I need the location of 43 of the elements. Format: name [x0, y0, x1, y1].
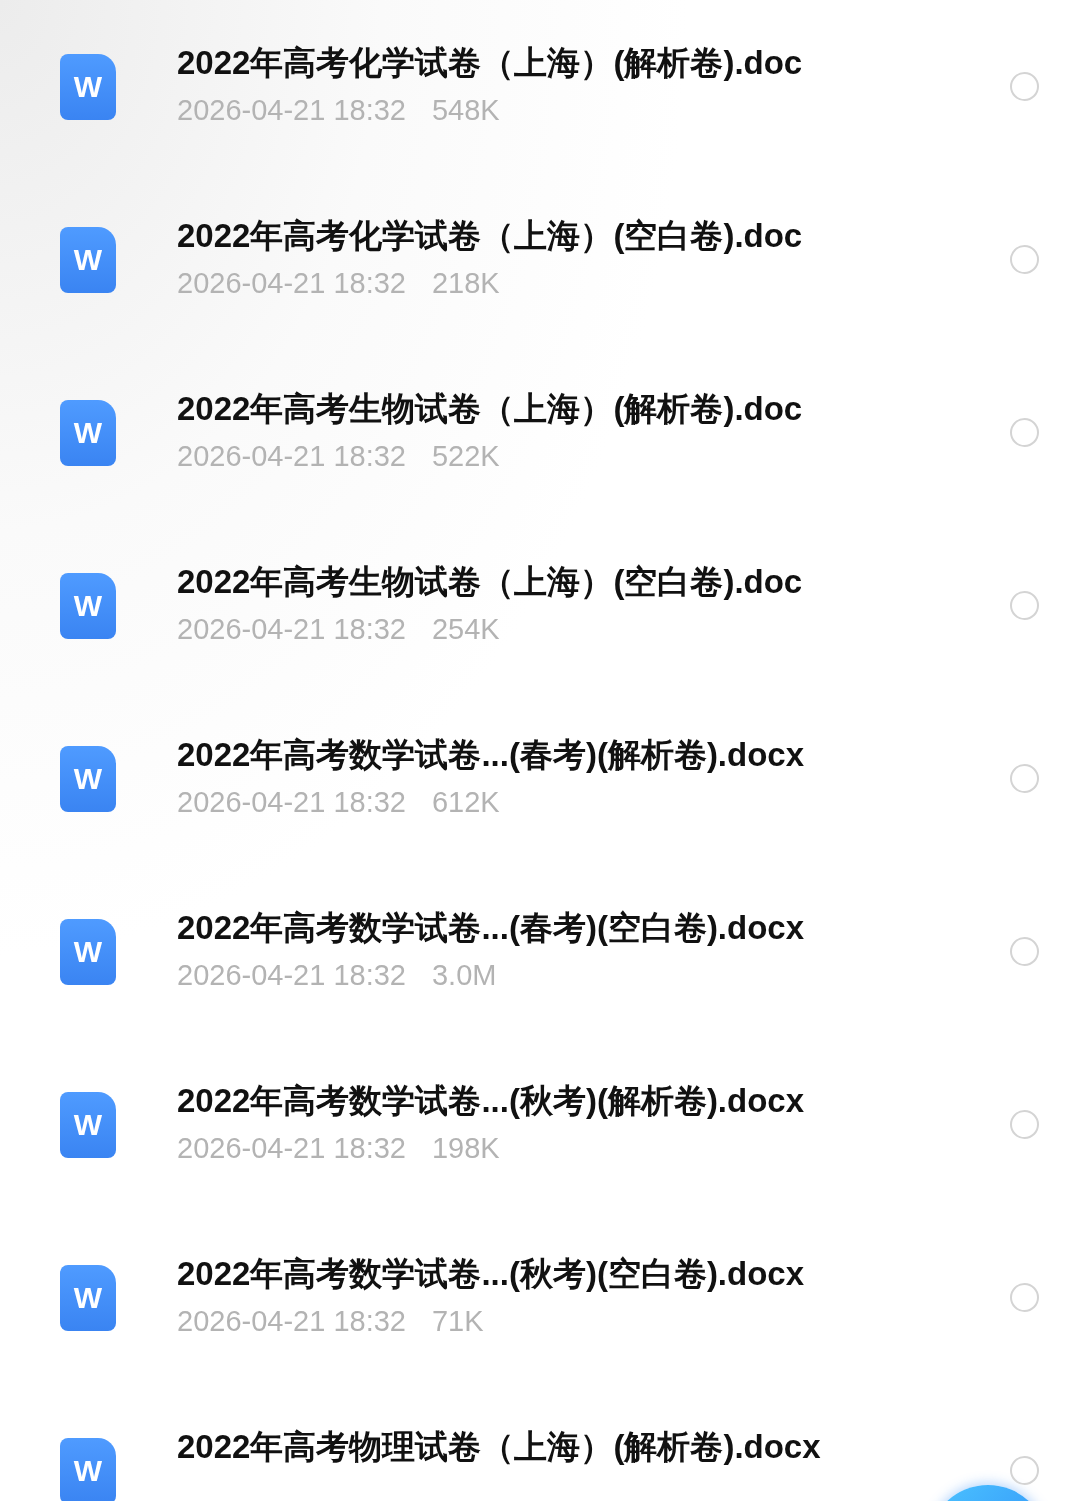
word-file-icon: W: [60, 1437, 116, 1501]
file-size: 612K: [432, 785, 500, 820]
file-date: 2026-04-21 18:32: [177, 612, 406, 647]
file-date: 2026-04-21 18:32: [177, 439, 406, 474]
select-radio[interactable]: [1010, 591, 1039, 620]
word-file-icon: W: [60, 918, 116, 985]
file-date: 2026-04-21 18:32: [177, 958, 406, 993]
file-date: 2026-04-21 18:32: [177, 266, 406, 301]
select-radio[interactable]: [1010, 764, 1039, 793]
file-name: 2022年高考生物试卷（上海）(空白卷).doc: [177, 562, 804, 602]
file-size: 548K: [432, 93, 500, 128]
select-radio[interactable]: [1010, 1110, 1039, 1139]
file-date: 2026-04-21 18:32: [177, 1304, 406, 1339]
file-name: 2022年高考生物试卷（上海）(解析卷).doc: [177, 389, 804, 429]
word-file-icon: W: [60, 1091, 116, 1158]
file-size: 218K: [432, 266, 500, 301]
file-name: 2022年高考数学试卷...(秋考)(解析卷).docx: [177, 1081, 806, 1121]
select-radio[interactable]: [1010, 1283, 1039, 1312]
select-radio[interactable]: [1010, 72, 1039, 101]
select-radio[interactable]: [1010, 245, 1039, 274]
file-size: 254K: [432, 612, 500, 647]
file-name: 2022年高考物理试卷（上海）(解析卷).docx: [177, 1427, 822, 1467]
word-file-icon: W: [60, 399, 116, 466]
file-name: 2022年高考数学试卷...(春考)(解析卷).docx: [177, 735, 806, 775]
file-date: 2026-04-21 18:32: [177, 93, 406, 128]
file-date: 2026-04-21 18:32: [177, 785, 406, 820]
file-size: 198K: [432, 1131, 500, 1166]
select-radio[interactable]: [1010, 1456, 1039, 1485]
file-size: 522K: [432, 439, 500, 474]
file-name: 2022年高考数学试卷...(春考)(空白卷).docx: [177, 908, 806, 948]
file-name: 2022年高考数学试卷...(秋考)(空白卷).docx: [177, 1254, 806, 1294]
file-name: 2022年高考化学试卷（上海）(空白卷).doc: [177, 216, 804, 256]
select-radio[interactable]: [1010, 418, 1039, 447]
select-radio[interactable]: [1010, 937, 1039, 966]
word-file-icon: W: [60, 745, 116, 812]
file-size: 3.0M: [432, 958, 497, 993]
word-file-icon: W: [60, 1264, 116, 1331]
word-file-icon: W: [60, 572, 116, 639]
word-file-icon: W: [60, 53, 116, 120]
file-name: 2022年高考化学试卷（上海）(解析卷).doc: [177, 43, 804, 83]
file-size: 71K: [432, 1304, 484, 1339]
word-file-icon: W: [60, 226, 116, 293]
file-date: 2026-04-21 18:32: [177, 1131, 406, 1166]
